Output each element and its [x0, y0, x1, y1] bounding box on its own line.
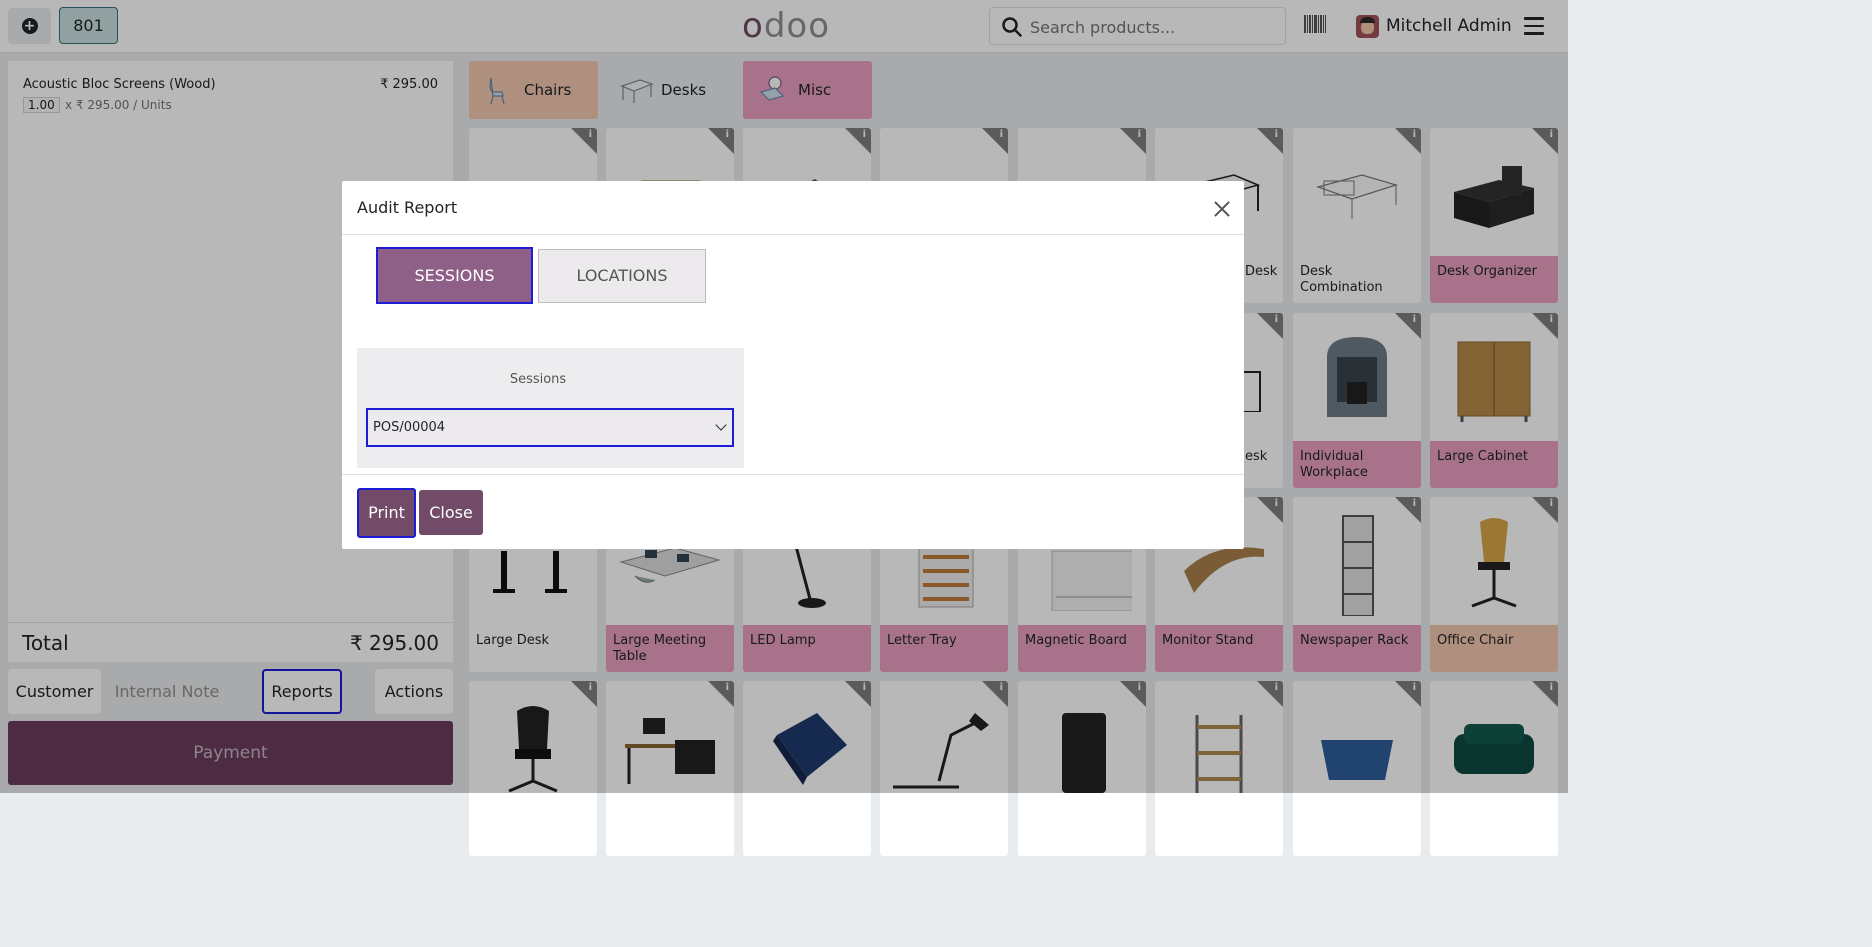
close-icon[interactable]: [1212, 199, 1232, 219]
session-select-value: POS/00004: [373, 420, 446, 435]
close-button[interactable]: Close: [419, 490, 483, 535]
print-button[interactable]: Print: [357, 488, 416, 538]
tab-locations[interactable]: LOCATIONS: [538, 249, 706, 303]
session-select[interactable]: POS/00004: [366, 408, 734, 447]
tab-sessions[interactable]: SESSIONS: [376, 247, 533, 304]
dialog-title: Audit Report: [357, 198, 458, 217]
divider: [342, 234, 1244, 235]
sessions-panel: Sessions POS/00004: [357, 348, 744, 468]
chevron-down-icon: [715, 419, 727, 431]
sessions-label: Sessions: [509, 372, 567, 387]
divider: [342, 474, 1244, 475]
audit-report-dialog: Audit Report SESSIONS LOCATIONS Sessions…: [342, 181, 1244, 549]
